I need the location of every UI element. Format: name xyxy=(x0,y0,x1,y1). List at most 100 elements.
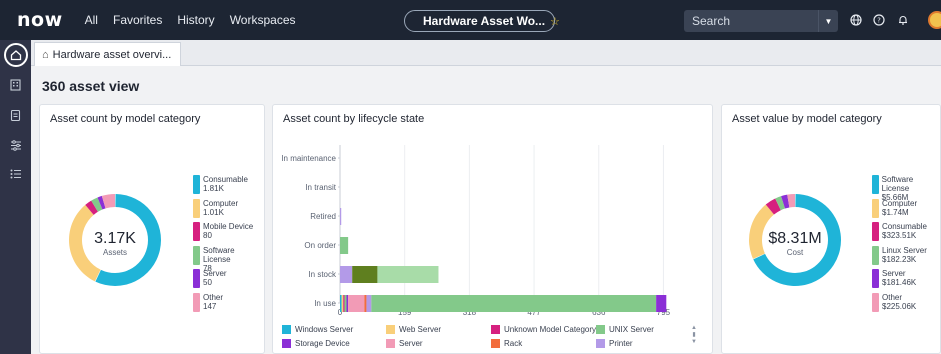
legend-label: Consumable xyxy=(203,175,248,184)
bar-segment[interactable] xyxy=(340,266,353,283)
legend-item[interactable]: Mobile Device 80 xyxy=(193,222,253,241)
legend-label: Server xyxy=(203,269,227,278)
bar-segment[interactable] xyxy=(348,295,365,312)
search-input[interactable]: Search xyxy=(684,10,818,32)
bar-segment[interactable] xyxy=(341,295,344,312)
bar-segment[interactable] xyxy=(340,208,342,225)
user-avatar[interactable] xyxy=(928,11,941,29)
tab-hardware-asset-overview[interactable]: ⌂ Hardware asset overvi... xyxy=(34,42,181,66)
legend-item[interactable]: Other 147 xyxy=(193,292,223,312)
bar-segment[interactable] xyxy=(656,295,667,312)
legend-swatch xyxy=(872,198,879,218)
nav-link-all[interactable]: All xyxy=(85,13,98,27)
help-icon[interactable]: ? xyxy=(872,13,886,27)
legend-item[interactable]: Consumable $323.51K xyxy=(872,222,927,241)
legend-value: 1.01K xyxy=(203,207,224,217)
asset-value-by-model-category-card: Asset value by model category $8.31M Cos… xyxy=(721,104,941,354)
card-title: Asset count by lifecycle state xyxy=(283,113,425,125)
legend-label: Linux Server xyxy=(882,245,927,255)
legend-swatch xyxy=(193,222,200,241)
home-icon[interactable] xyxy=(4,43,28,67)
svg-text:?: ? xyxy=(877,17,881,25)
bar-segment[interactable] xyxy=(346,295,349,312)
legend-rack[interactable]: Rack xyxy=(491,339,522,348)
clipboard-icon[interactable] xyxy=(7,106,24,123)
legend-item[interactable]: Server $181.46K xyxy=(872,269,916,288)
legend-unix-server[interactable]: UNIX Server xyxy=(596,325,654,334)
legend-label: Software License xyxy=(881,175,914,193)
tab-bar: ⌂ Hardware asset overvi... xyxy=(31,40,941,66)
asset-count-by-model-category-card: Asset count by model category 3.17K Asse… xyxy=(39,104,265,354)
legend-item[interactable]: Computer $1.74M xyxy=(872,198,917,218)
legend-item[interactable]: Other $225.06K xyxy=(872,292,916,312)
nav-links: All Favorites History Workspaces xyxy=(85,13,311,27)
tab-label: Hardware asset overvi... xyxy=(52,48,172,61)
bar-segment[interactable] xyxy=(340,237,349,254)
favorite-star-icon[interactable]: ☆ xyxy=(550,15,560,28)
chevron-down-icon: ▼ xyxy=(824,16,833,26)
page-title: 360 asset view xyxy=(42,78,140,94)
list-icon[interactable] xyxy=(7,165,24,182)
asset-value-total: $8.31M xyxy=(768,230,822,247)
search-placeholder: Search xyxy=(692,14,731,28)
legend-label: Software License xyxy=(202,245,235,264)
legend-value: 1.81K xyxy=(203,184,224,193)
main-content: 360 asset view Asset count by model cate… xyxy=(31,66,941,354)
legend-scrollbar[interactable]: ▲ ▮ ▼ xyxy=(691,325,697,347)
y-category-label: In stock xyxy=(308,270,337,279)
nav-link-workspaces[interactable]: Workspaces xyxy=(230,13,296,27)
home-icon: ⌂ xyxy=(42,48,49,61)
legend-printer[interactable]: Printer xyxy=(596,339,633,348)
globe-icon[interactable] xyxy=(849,13,863,27)
notifications-bell-icon[interactable] xyxy=(896,13,910,27)
nav-link-history[interactable]: History xyxy=(177,13,214,27)
bar-segment[interactable] xyxy=(371,295,657,312)
y-category-label: In transit xyxy=(305,183,336,192)
legend-label: Consumable xyxy=(882,222,927,231)
legend-swatch xyxy=(872,222,879,241)
bar-segment[interactable] xyxy=(340,295,342,312)
legend-web-server[interactable]: Web Server xyxy=(386,325,441,334)
bar-segment[interactable] xyxy=(364,295,367,312)
legend-value: 50 xyxy=(203,278,212,287)
workspace-context-pill[interactable]: Hardware Asset Wo... ☆ xyxy=(404,10,560,32)
asset-value-label: Cost xyxy=(786,248,804,257)
legend-swatch xyxy=(193,175,200,194)
legend-unknown-model-category[interactable]: Unknown Model Category xyxy=(491,325,596,334)
legend-value: $1.74M xyxy=(882,207,909,217)
legend-swatch xyxy=(193,245,200,265)
donut-center-label: $8.31M Cost xyxy=(765,230,825,257)
building-icon[interactable] xyxy=(7,76,24,93)
bar-segment[interactable] xyxy=(377,266,439,283)
lifecycle-stacked-bar-chart[interactable]: 0 159 318 477 636 795In maintenanceIn transit… xyxy=(273,135,714,323)
legend-item[interactable]: Consumable 1.81K xyxy=(193,175,248,194)
legend-swatch xyxy=(193,269,200,288)
legend-storage-device[interactable]: Storage Device xyxy=(282,339,350,348)
legend-windows-server[interactable]: Windows Server xyxy=(282,325,353,334)
bar-segment[interactable] xyxy=(366,295,372,312)
side-rail xyxy=(0,40,31,354)
card-title: Asset count by model category xyxy=(50,113,201,125)
legend-item[interactable]: Computer 1.01K xyxy=(193,198,238,218)
sliders-icon[interactable] xyxy=(7,137,24,154)
legend-server[interactable]: Server xyxy=(386,339,423,348)
legend-item[interactable]: Server 50 xyxy=(193,269,227,288)
legend-swatch xyxy=(872,175,879,194)
legend-value: 80 xyxy=(203,231,212,240)
bar-segment[interactable] xyxy=(344,295,347,312)
donut-center-label: 3.17K Assets xyxy=(85,230,145,257)
bar-segment[interactable] xyxy=(352,266,378,283)
legend-swatch xyxy=(193,292,200,312)
legend-swatch xyxy=(872,292,879,312)
legend-value: 147 xyxy=(203,301,217,311)
nav-link-favorites[interactable]: Favorites xyxy=(113,13,162,27)
legend-swatch xyxy=(193,198,200,218)
search-scope-dropdown[interactable]: ▼ xyxy=(818,10,838,32)
bar-segment[interactable] xyxy=(343,295,345,312)
legend-value: $181.46K xyxy=(882,278,917,287)
legend-label: Mobile Device xyxy=(203,222,254,231)
asset-total-label: Assets xyxy=(102,248,127,257)
legend-item[interactable]: Linux Server $182.23K xyxy=(872,245,927,265)
legend-swatch xyxy=(872,245,879,265)
servicenow-logo[interactable]: now xyxy=(17,9,63,31)
